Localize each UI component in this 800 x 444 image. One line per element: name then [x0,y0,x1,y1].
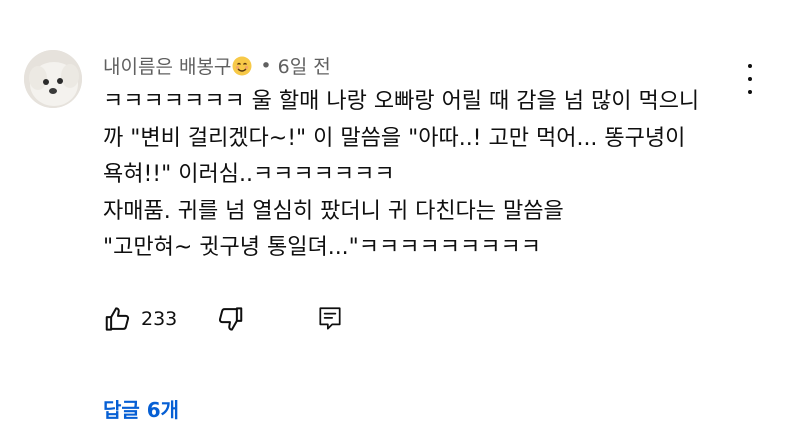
comment-time[interactable]: 6일 전 [278,52,331,79]
smiling-face-emoji-icon [232,56,252,76]
thumbs-down-icon [219,307,243,331]
comment-line: 까 "변비 걸리겠다~!" 이 말씀을 "아따..! 고만 먹어... 똥구녕이 [103,125,686,151]
avatar[interactable] [24,50,82,108]
like-button[interactable]: 233 [103,304,177,334]
author-name[interactable]: 내이름은 배봉구 [103,52,231,79]
like-count: 233 [141,308,178,330]
separator-dot: • [260,54,272,77]
comment-line: "고만혀~ 귓구녕 통일뎌..."ㅋㅋㅋㅋㅋㅋㅋㅋㅋ [103,235,541,260]
comment-header: 내이름은 배봉구 • 6일 전 [103,52,331,79]
comment-actions: 233 [103,302,343,336]
comment-line: ㅋㅋㅋㅋㅋㅋㅋ 울 할매 나랑 오빠랑 어릴 때 감을 넘 많이 먹으니 [103,89,700,114]
comment-line: 자매품. 귀를 넘 열심히 팠더니 귀 다친다는 말씀을 [103,198,564,224]
replies-link[interactable]: 답글 6개 [103,394,179,423]
comment-text: ㅋㅋㅋㅋㅋㅋㅋ 울 할매 나랑 오빠랑 어릴 때 감을 넘 많이 먹으니 까 "… [103,84,763,267]
comment-icon [319,307,341,330]
reply-button[interactable] [317,305,343,333]
comment-line: 욕혀!!" 이러심..ㅋㅋㅋㅋㅋㅋㅋ [103,162,395,187]
dislike-button[interactable] [215,304,245,334]
thumbs-up-icon [105,307,130,331]
